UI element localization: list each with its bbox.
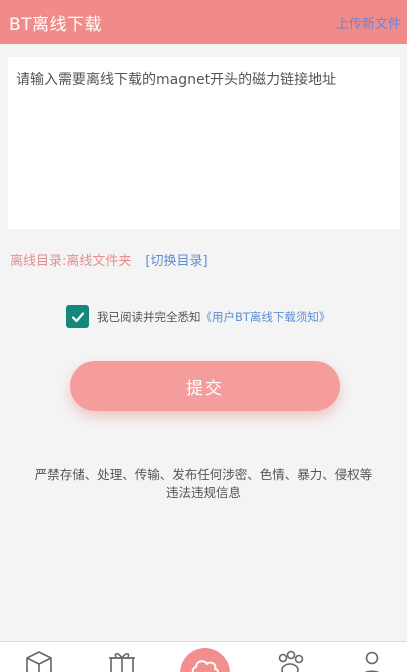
tab-profile[interactable] <box>357 650 387 672</box>
tab-cloud[interactable] <box>180 648 230 672</box>
agreement-checkbox[interactable] <box>66 305 89 328</box>
tab-community[interactable] <box>275 650 305 672</box>
app-header: BT离线下载 上传新文件 <box>0 0 407 44</box>
agreement-text: 我已阅读并完全悉知 <box>97 309 201 324</box>
notice-line-1: 严禁存储、处理、传输、发布任何涉密、色情、暴力、侵权等 <box>34 467 373 482</box>
gift-icon <box>109 652 135 672</box>
switch-directory-link[interactable]: [切换目录] <box>145 250 207 269</box>
bottom-tab-bar <box>0 641 407 672</box>
agreement-row: 我已阅读并完全悉知 《用户BT离线下载须知》 <box>66 305 330 328</box>
page-title: BT离线下载 <box>9 14 103 35</box>
notice-line-2: 违法违规信息 <box>165 485 241 500</box>
check-icon <box>71 311 84 322</box>
legal-notice: 严禁存储、处理、传输、发布任何涉密、色情、暴力、侵权等 违法违规信息 <box>10 466 397 502</box>
magnet-link-input[interactable] <box>8 57 400 229</box>
box-icon <box>26 651 52 672</box>
directory-row: 离线目录:离线文件夹 [切换目录] <box>10 250 208 269</box>
directory-label: 离线目录:离线文件夹 <box>10 254 132 269</box>
paw-icon <box>278 650 304 672</box>
user-icon <box>364 651 380 672</box>
tab-box[interactable] <box>24 650 54 672</box>
upload-new-file-link[interactable]: 上传新文件 <box>336 13 401 32</box>
tab-gift[interactable] <box>107 650 137 672</box>
agreement-link[interactable]: 《用户BT离线下载须知》 <box>201 309 331 325</box>
submit-button[interactable]: 提交 <box>70 361 340 411</box>
cloud-icon <box>191 660 219 672</box>
